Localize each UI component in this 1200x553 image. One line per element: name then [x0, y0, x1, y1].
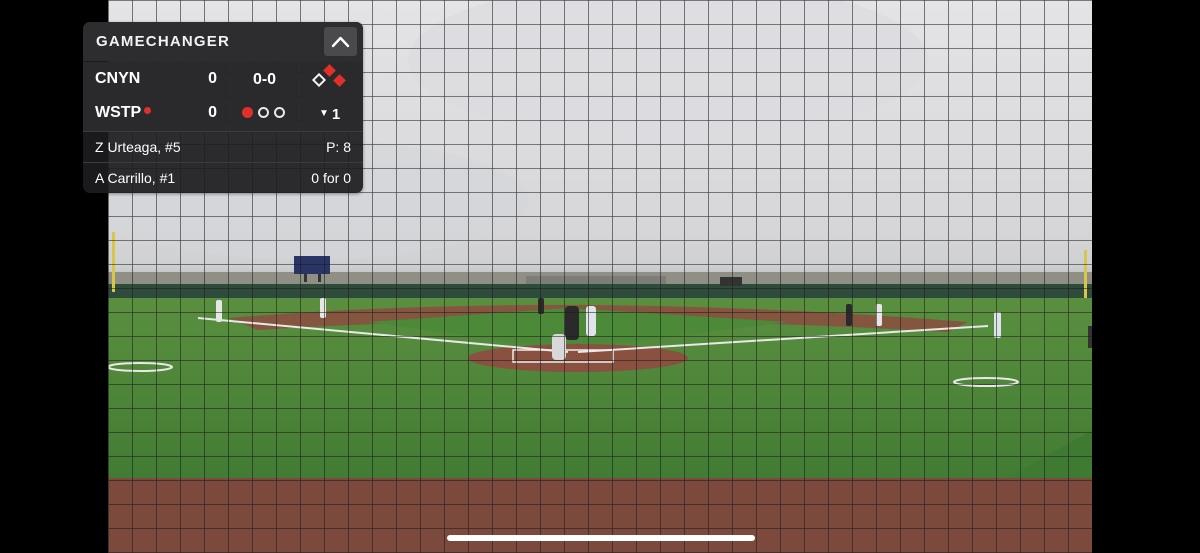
brand-logo-text: GAMECHANGER	[96, 33, 231, 50]
team-name-text: WSTP	[95, 104, 142, 121]
pitcher-row: Z Urteaga, #5 P: 8	[83, 132, 363, 162]
home-indicator-bar[interactable]	[447, 535, 755, 541]
batting-indicator-icon	[144, 107, 152, 115]
inning-indicator: ▼ 1	[319, 106, 340, 123]
balls-strikes-count: 0-0	[252, 71, 277, 88]
scorebug-header: GAMECHANGER	[83, 22, 363, 61]
collapse-button[interactable]	[324, 27, 357, 56]
team-score: 0	[208, 104, 217, 121]
out-dot-icon	[274, 107, 285, 118]
third-base-icon	[311, 72, 327, 88]
team-row-away: CNYN 0	[83, 62, 229, 96]
chevron-up-icon	[331, 36, 350, 48]
batter-name: A Carrillo, #1	[95, 170, 176, 186]
out-dot-icon	[258, 107, 269, 118]
first-base-icon	[333, 74, 346, 87]
batter-row: A Carrillo, #1 0 for 0	[83, 163, 363, 193]
pitch-count: P: 8	[326, 139, 351, 155]
outs-indicator	[242, 107, 292, 119]
second-base-icon	[323, 64, 336, 77]
count-panel: 0-0	[231, 62, 298, 131]
base-diamond-icon	[311, 64, 346, 88]
bases-panel: ▼ 1	[300, 62, 363, 131]
out-dot-icon	[242, 107, 253, 118]
team-score: 0	[208, 70, 217, 87]
team-scores: CNYN 0 WSTP 0	[83, 62, 229, 131]
scorebug-overlay: GAMECHANGER CNYN 0 WSTP 0 0-0 ▼ 1 Z Urte…	[83, 22, 363, 193]
team-name-batting: WSTP	[95, 104, 152, 122]
triangle-down-icon: ▼	[319, 107, 329, 119]
team-name: CNYN	[95, 70, 141, 87]
batter-stat: 0 for 0	[311, 170, 351, 186]
team-row-home: WSTP 0	[83, 96, 229, 130]
inning-number: 1	[331, 106, 341, 123]
pitcher-name: Z Urteaga, #5	[95, 139, 181, 155]
